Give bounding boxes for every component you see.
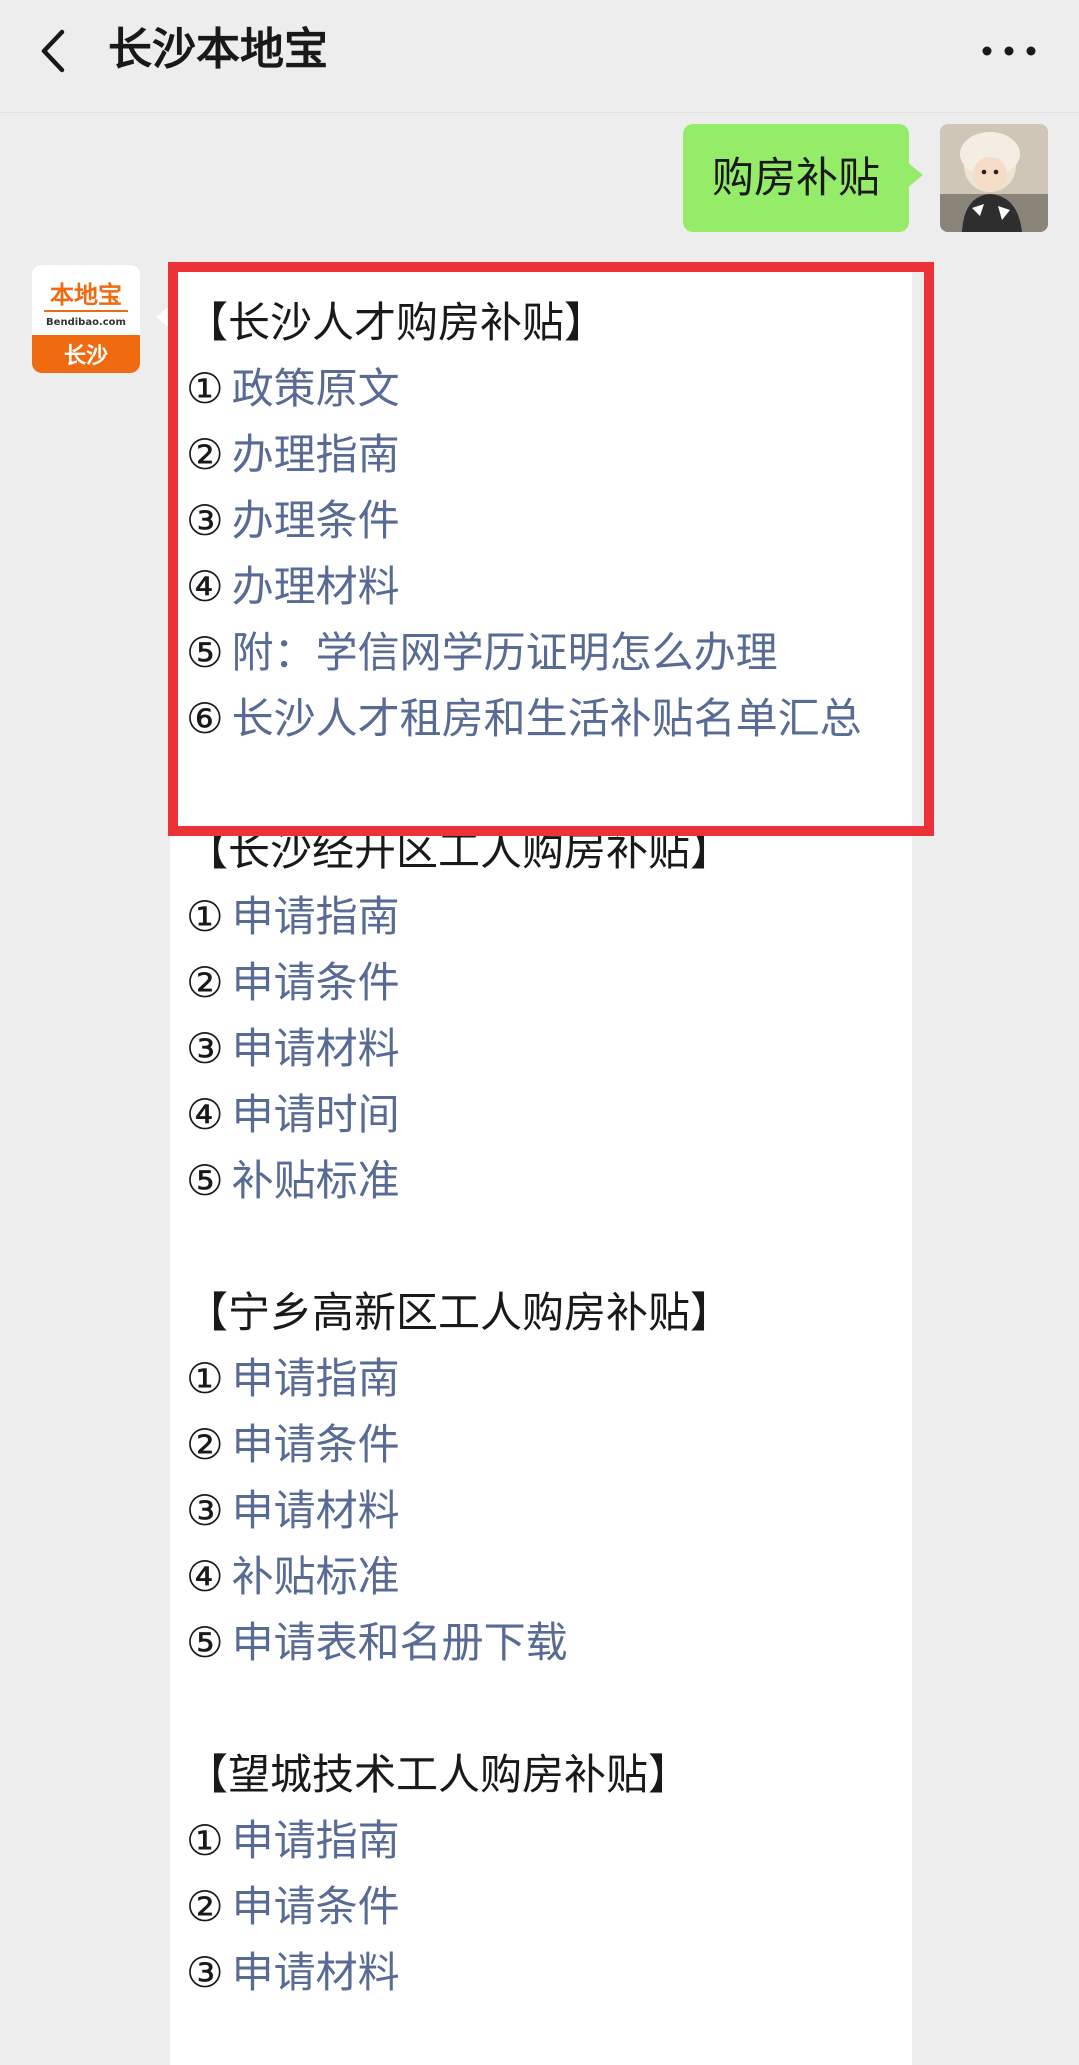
user-avatar-photo-icon <box>940 124 1048 232</box>
item-number: ① <box>186 892 224 941</box>
item-link[interactable]: 申请条件 <box>232 958 400 1007</box>
list-item: ② 办理指南 <box>186 422 906 488</box>
list-item: ③ 申请材料 <box>186 1016 906 1082</box>
list-item: ① 申请指南 <box>186 884 906 950</box>
item-number: ③ <box>186 1948 224 1997</box>
bendibao-logo-icon: 本地宝 Bendibao.com 长沙 <box>32 265 140 373</box>
logo-text: 本地宝 <box>50 281 122 309</box>
list-item: ② 申请条件 <box>186 950 906 1016</box>
reply-message-bubble: 【长沙人才购房补贴】 ① 政策原文 ② 办理指南 ③ 办理条件 ④ 办理材料 ⑤ 附：学信网学历证明… <box>156 264 912 2065</box>
item-number: ③ <box>186 1024 224 1073</box>
list-item: ④ 补贴标准 <box>186 1544 906 1610</box>
item-number: ③ <box>186 1486 224 1535</box>
list-item: ④ 申请时间 <box>186 1082 906 1148</box>
list-item: ③ 申请材料 <box>186 1478 906 1544</box>
item-link[interactable]: 申请指南 <box>232 892 400 941</box>
item-link[interactable]: 申请时间 <box>232 1090 400 1139</box>
item-link[interactable]: 申请条件 <box>232 1882 400 1931</box>
item-link[interactable]: 政策原文 <box>232 364 400 413</box>
section-title: 【长沙经开区工人购房补贴】 <box>186 826 733 875</box>
item-link[interactable]: 申请表和名册下载 <box>232 1618 568 1667</box>
item-link[interactable]: 附：学信网学历证明怎么办理 <box>232 628 778 677</box>
reply-content: 【长沙人才购房补贴】 ① 政策原文 ② 办理指南 ③ 办理条件 ④ 办理材料 ⑤ 附：学信网学历证明… <box>186 290 906 2006</box>
user-message-bubble[interactable]: 购房补贴 <box>683 124 923 232</box>
item-number: ② <box>186 1882 224 1931</box>
section-title: 【望城技术工人购房补贴】 <box>186 1750 691 1799</box>
reply-section: 【望城技术工人购房补贴】 ① 申请指南 ② 申请条件 ③ 申请材料 <box>186 1742 906 2006</box>
back-arrow-icon[interactable] <box>30 26 80 76</box>
logo-city: 长沙 <box>64 344 108 369</box>
item-number: ② <box>186 958 224 1007</box>
item-link[interactable]: 办理材料 <box>232 562 400 611</box>
item-link[interactable]: 申请指南 <box>232 1816 400 1865</box>
list-item: ④ 办理材料 <box>186 554 906 620</box>
item-link[interactable]: 长沙人才租房和生活补贴名单汇总 <box>232 694 862 743</box>
list-item: ⑤ 补贴标准 <box>186 1148 906 1214</box>
item-number: ⑤ <box>186 628 224 677</box>
section-title: 【长沙人才购房补贴】 <box>186 298 607 347</box>
item-number: ② <box>186 430 224 479</box>
logo-subtext: Bendibao.com <box>46 317 126 328</box>
list-item: ② 申请条件 <box>186 1874 906 1940</box>
more-options-icon[interactable] <box>979 34 1039 68</box>
list-item: ⑥ 长沙人才租房和生活补贴名单汇总 <box>186 686 906 752</box>
reply-section: 【宁乡高新区工人购房补贴】 ① 申请指南 ② 申请条件 ③ 申请材料 ④ 补贴标准 ⑤ 申请表和名册… <box>186 1280 906 1676</box>
item-number: ④ <box>186 1090 224 1139</box>
item-link[interactable]: 申请材料 <box>232 1024 400 1073</box>
item-number: ④ <box>186 562 224 611</box>
item-number: ⑤ <box>186 1156 224 1205</box>
list-item: ③ 申请材料 <box>186 1940 906 2006</box>
reply-section: 【长沙人才购房补贴】 ① 政策原文 ② 办理指南 ③ 办理条件 ④ 办理材料 ⑤ 附：学信网学历证明… <box>186 290 906 752</box>
item-number: ① <box>186 1816 224 1865</box>
item-link[interactable]: 补贴标准 <box>232 1156 400 1205</box>
item-number: ① <box>186 1354 224 1403</box>
section-title: 【宁乡高新区工人购房补贴】 <box>186 1288 733 1337</box>
list-item: ⑤ 附：学信网学历证明怎么办理 <box>186 620 906 686</box>
reply-section: 【长沙经开区工人购房补贴】 ① 申请指南 ② 申请条件 ③ 申请材料 ④ 申请时间 ⑤ 补贴标准 <box>186 818 906 1214</box>
item-number: ③ <box>186 496 224 545</box>
item-number: ① <box>186 364 224 413</box>
item-number: ② <box>186 1420 224 1469</box>
item-link[interactable]: 申请指南 <box>232 1354 400 1403</box>
item-link[interactable]: 申请条件 <box>232 1420 400 1469</box>
item-link[interactable]: 办理指南 <box>232 430 400 479</box>
list-item: ③ 办理条件 <box>186 488 906 554</box>
item-number: ⑥ <box>186 694 224 743</box>
item-link[interactable]: 申请材料 <box>232 1486 400 1535</box>
list-item: ① 政策原文 <box>186 356 906 422</box>
item-number: ⑤ <box>186 1618 224 1667</box>
chat-title: 长沙本地宝 <box>108 24 328 75</box>
top-bar: 长沙本地宝 <box>0 0 1079 113</box>
item-link[interactable]: 申请材料 <box>232 1948 400 1997</box>
item-link[interactable]: 办理条件 <box>232 496 400 545</box>
user-avatar[interactable] <box>940 124 1048 232</box>
list-item: ① 申请指南 <box>186 1346 906 1412</box>
official-account-avatar[interactable]: 本地宝 Bendibao.com 长沙 <box>32 265 140 373</box>
item-number: ④ <box>186 1552 224 1601</box>
list-item: ② 申请条件 <box>186 1412 906 1478</box>
list-item: ① 申请指南 <box>186 1808 906 1874</box>
list-item: ⑤ 申请表和名册下载 <box>186 1610 906 1676</box>
item-link[interactable]: 补贴标准 <box>232 1552 400 1601</box>
